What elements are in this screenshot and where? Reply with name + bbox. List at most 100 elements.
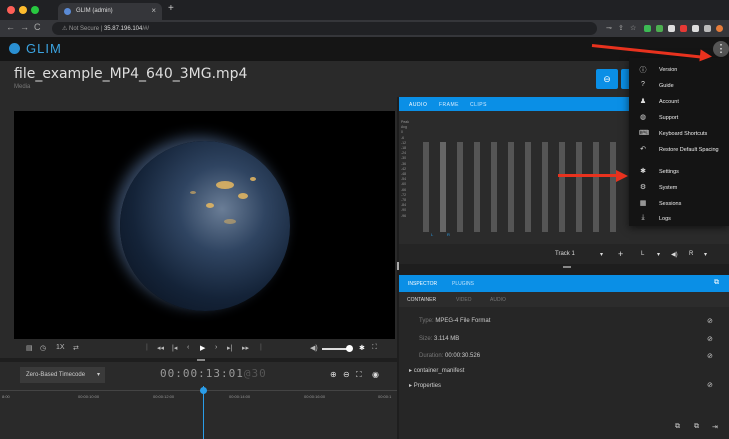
timecode-mode-select[interactable]: Zero-Based Timecode ▾	[20, 367, 105, 383]
add-track-icon[interactable]: +	[618, 249, 623, 259]
menu-item-settings[interactable]: ✱ Settings	[629, 165, 729, 179]
maximize-window-icon[interactable]	[31, 6, 39, 14]
help-icon[interactable]: ⊘	[707, 335, 713, 343]
step-back-icon[interactable]: ‹	[187, 344, 189, 351]
fullscreen-icon[interactable]: ⛶	[372, 344, 377, 352]
help-icon[interactable]: ⊘	[707, 317, 713, 325]
tree-item[interactable]: ▸ Properties	[409, 382, 441, 389]
play-icon[interactable]: ▶	[200, 344, 205, 352]
timeline-ruler[interactable]: 8:00 00:00:10:00 00:00:12:00 00:00:14:00…	[0, 390, 397, 402]
volume-icon[interactable]: ◀)	[671, 251, 678, 258]
extension-icon[interactable]	[644, 25, 651, 32]
channel-r-select[interactable]: R	[689, 251, 693, 257]
ruler-label: 00:00:14:00	[229, 394, 251, 399]
menu-item-account[interactable]: ♟ Account	[629, 95, 729, 109]
menu-item-guide[interactable]: ? Guide	[629, 79, 729, 93]
tab-clips[interactable]: CLIPS	[470, 102, 487, 108]
zoom-in-icon[interactable]: ⊕	[330, 370, 337, 379]
track-selector-row: Track 1 ▾ + L ▾ ◀) R ▾	[399, 244, 729, 264]
meter-bar	[576, 142, 582, 232]
menu-item-support[interactable]: ◍ Support	[629, 111, 729, 125]
tab-video[interactable]: VIDEO	[456, 297, 472, 303]
menu-item-version[interactable]: ⓘ Version	[629, 63, 729, 77]
panel-resize-handle[interactable]	[563, 266, 571, 268]
tab-close-icon[interactable]: ×	[151, 6, 156, 15]
paste-icon[interactable]: ⧉	[694, 423, 699, 431]
profile-avatar[interactable]	[716, 25, 723, 32]
speed-button[interactable]: 1X	[56, 344, 65, 351]
extension-icon[interactable]	[692, 25, 699, 32]
loop-icon[interactable]: ⇄	[73, 344, 79, 352]
video-viewport[interactable]	[14, 111, 395, 339]
panel-resize-handle[interactable]	[197, 359, 205, 361]
track-select[interactable]: Track 1	[555, 251, 575, 257]
chevron-down-icon[interactable]: ▾	[657, 251, 660, 258]
volume-slider-knob[interactable]	[346, 345, 353, 352]
skip-forward-icon[interactable]: ▸▸	[242, 344, 249, 352]
tab-container[interactable]: CONTAINER	[407, 297, 436, 303]
tree-item-label: Properties	[413, 383, 442, 389]
menu-item-logs[interactable]: ⤓ Logs	[629, 212, 729, 226]
tab-audio-info[interactable]: AUDIO	[490, 297, 506, 303]
menu-item-restore-spacing[interactable]: ↶ Restore Default Spacing	[629, 143, 729, 157]
step-forward-frame-icon[interactable]: ▸|	[227, 344, 232, 352]
zoom-out-icon[interactable]: ⊖	[343, 370, 350, 379]
type-label: Type:	[419, 318, 434, 324]
playhead-handle[interactable]	[200, 387, 207, 394]
menu-item-label: Account	[659, 99, 679, 105]
reload-icon[interactable]: C	[34, 22, 41, 32]
link-button[interactable]: ⊖	[596, 69, 618, 89]
app-logo: GLIM	[9, 41, 62, 56]
clock-icon[interactable]: ◷	[40, 344, 46, 352]
tree-item-label: container_manifest	[413, 368, 465, 374]
tab-inspector[interactable]: INSPECTOR	[408, 281, 437, 287]
gear-icon[interactable]: ✱	[359, 344, 365, 352]
menu-item-system[interactable]: ⚙ System	[629, 181, 729, 195]
extension-icon[interactable]	[680, 25, 687, 32]
browser-toolbar: ← → C ⚠ Not Secure | 35.87.196.104/#/ ⊸ …	[0, 20, 729, 37]
back-icon[interactable]: ←	[6, 22, 15, 32]
chevron-down-icon[interactable]: ▾	[704, 251, 707, 258]
browser-tab[interactable]: GLIM (admin) ×	[58, 3, 162, 20]
extension-icon[interactable]	[656, 25, 663, 32]
address-bar[interactable]: ⚠ Not Secure | 35.87.196.104/#/	[52, 22, 597, 35]
fit-icon[interactable]: ⛶	[356, 370, 362, 380]
browser-tab-title: GLIM (admin)	[76, 8, 113, 14]
external-window-icon[interactable]: ⧉	[714, 279, 719, 287]
extension-icon[interactable]	[668, 25, 675, 32]
panel-resize-handle[interactable]	[397, 262, 399, 270]
overflow-menu-button[interactable]: ⋮	[713, 41, 729, 57]
tab-frame[interactable]: FRAME	[439, 102, 459, 108]
skip-back-icon[interactable]: ◂◂	[157, 344, 164, 352]
help-icon[interactable]: ⊘	[707, 352, 713, 360]
step-back-frame-icon[interactable]: |◂	[172, 344, 177, 352]
meter-bar	[542, 142, 548, 232]
share-icon[interactable]: ⇪	[618, 24, 624, 32]
menu-item-sessions[interactable]: ▦ Sessions	[629, 197, 729, 211]
export-icon[interactable]: ⇥	[712, 423, 718, 431]
step-forward-icon[interactable]: ›	[215, 344, 217, 351]
duration-row: Duration: 00:00:30.526	[419, 353, 480, 359]
eye-icon[interactable]: ◉	[372, 370, 379, 379]
new-tab-button[interactable]: +	[168, 3, 174, 14]
key-icon[interactable]: ⊸	[606, 24, 612, 32]
subtitles-icon[interactable]: ▤	[26, 344, 33, 352]
minimize-window-icon[interactable]	[19, 6, 27, 14]
tab-audio[interactable]: AUDIO	[409, 102, 427, 108]
channel-label: R	[447, 232, 450, 237]
forward-icon[interactable]: →	[20, 22, 29, 32]
chevron-down-icon[interactable]: ▾	[600, 251, 603, 258]
timeline-panel: Zero-Based Timecode ▾ 00:00:13:01@30 ⊕ ⊖…	[0, 362, 397, 439]
copy-icon[interactable]: ⧉	[675, 423, 680, 431]
help-icon[interactable]: ⊘	[707, 381, 713, 389]
bookmark-icon[interactable]: ☆	[630, 24, 636, 32]
channel-l-select[interactable]: L	[641, 251, 644, 257]
tab-plugins[interactable]: PLUGINS	[452, 281, 474, 287]
channel-label: L	[431, 232, 434, 237]
volume-slider[interactable]	[322, 348, 348, 350]
extension-icon[interactable]	[704, 25, 711, 32]
close-window-icon[interactable]	[7, 6, 15, 14]
volume-icon[interactable]: ◀)	[310, 344, 318, 352]
tree-item[interactable]: ▸ container_manifest	[409, 367, 464, 374]
menu-item-keyboard-shortcuts[interactable]: ⌨ Keyboard Shortcuts	[629, 127, 729, 141]
